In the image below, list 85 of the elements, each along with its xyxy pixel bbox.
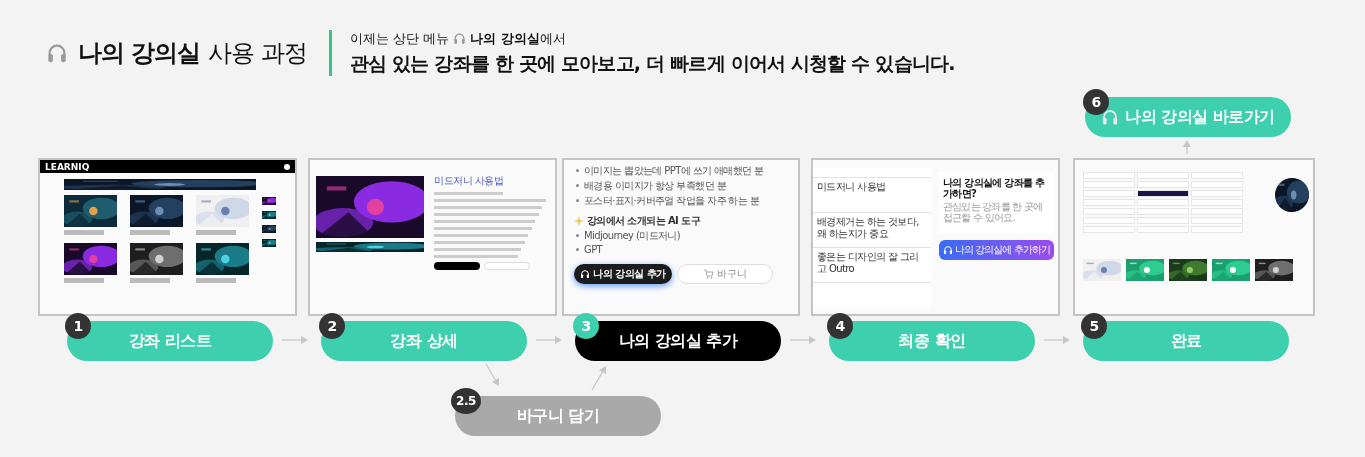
lecture-cell-drawing — [1083, 181, 1135, 188]
arrow — [535, 336, 562, 344]
step-number: 2.5 — [451, 388, 481, 414]
arrow — [281, 336, 308, 344]
lecture-cell-drawing — [1137, 226, 1189, 233]
lecture-item[interactable]: 배경제거는 하는 것보다, 왜 하는지가 중요 — [813, 212, 931, 248]
step-label: 최종 확인 — [898, 330, 966, 352]
lecture-cell-drawing — [1083, 226, 1135, 233]
lecture-cell-drawing — [1083, 217, 1135, 224]
caption-placeholder-drawing — [64, 278, 104, 283]
lecture-cell-drawing — [1083, 208, 1135, 215]
lecture-cell-drawing — [1137, 181, 1189, 188]
caption-placeholder-drawing — [196, 278, 236, 283]
bullet-icon — [576, 247, 579, 251]
arrow — [1043, 336, 1070, 344]
step-number: 3 — [573, 313, 599, 339]
list-item: 이미지는 뽑았는데 PPT에 쓰기 애매했던 분 — [584, 165, 764, 176]
lecture-cell-drawing — [1137, 217, 1189, 224]
step-label: 나의 강의실 바로가기 — [1125, 106, 1275, 128]
step-number: 5 — [1081, 313, 1107, 339]
lecture-cell-drawing — [1137, 172, 1189, 179]
list-item: GPT — [584, 244, 603, 255]
caption-placeholder-drawing — [130, 278, 170, 283]
add-button-drawing — [434, 262, 480, 270]
lecture-cell-drawing — [1191, 217, 1243, 224]
lecture-cell-drawing — [1137, 199, 1189, 206]
step-number: 6 — [1083, 89, 1109, 115]
step-label: 완료 — [1170, 330, 1202, 352]
headphones-icon — [942, 245, 953, 255]
headphones-icon — [46, 42, 68, 64]
cart-button-drawing — [484, 262, 530, 270]
lecture-cell-drawing — [1191, 190, 1243, 197]
lecture-cell-drawing — [1083, 190, 1135, 197]
page-title: 나의 강의실 — [78, 38, 201, 69]
lecture-cell-drawing — [1137, 208, 1189, 215]
arrow — [485, 363, 499, 386]
popup-description: 관심있는 강좌를 한 곳에 접근할 수 있어요. — [943, 202, 1044, 223]
lecture-cell-drawing — [1191, 199, 1243, 206]
step-number: 1 — [65, 313, 91, 339]
list-item: 배경용 이미지가 항상 부족했던 분 — [584, 180, 726, 191]
notice-text: 이제는 상단 메뉴 — [350, 29, 450, 48]
logo: LEARNIQ — [45, 161, 90, 172]
bullet-icon — [576, 168, 579, 172]
popup-title: 나의 강의실에 강좌를 추가하면? — [943, 177, 1046, 199]
headphones-icon — [1101, 108, 1120, 126]
step-label: 나의 강의실 추가 — [618, 330, 738, 352]
page-title-suffix: 사용 과정 — [208, 38, 307, 69]
arrow — [789, 336, 816, 344]
lecture-cell-drawing — [1083, 199, 1135, 206]
lecture-cell-drawing — [1083, 172, 1135, 179]
list-item: 포스터·표지·커버주얼 작업을 자주 하는 분 — [584, 195, 760, 206]
add-to-classroom-button[interactable]: 나의 강의실 추가 — [574, 264, 672, 284]
lecture-cell-drawing — [1191, 181, 1243, 188]
lecture-cell-drawing — [1191, 208, 1243, 215]
add-to-classroom-button[interactable]: 나의 강의실에 추가하기 — [939, 240, 1054, 260]
caption-placeholder-drawing — [64, 230, 104, 235]
caption-placeholder-drawing — [196, 230, 236, 235]
bullet-icon — [576, 198, 579, 202]
cart-icon — [703, 269, 714, 279]
step-label: 강좌 리스트 — [128, 330, 212, 352]
section-heading: 강의에서 소개되는 AI 도구 — [587, 214, 700, 228]
step-label: 바구니 담기 — [516, 405, 600, 427]
headline: 관심 있는 강좌를 한 곳에 모아보고, 더 빠르게 이어서 시청할 수 있습니다. — [350, 50, 955, 76]
list-item: Midjourney (미드저니) — [584, 230, 681, 241]
caption-placeholder-drawing — [130, 230, 170, 235]
bullet-icon — [576, 233, 579, 237]
lecture-cell-drawing — [1191, 226, 1243, 233]
text-placeholder-drawing — [434, 192, 503, 195]
cart-button[interactable]: 바구니 — [677, 264, 773, 284]
bullet-icon — [576, 183, 579, 187]
headphones-icon — [453, 32, 467, 45]
sparkle-icon — [574, 216, 584, 226]
course-title: 미드저니 사용법 — [434, 174, 505, 188]
step-label: 강좌 상세 — [390, 330, 458, 352]
lecture-cell-drawing — [1191, 172, 1243, 179]
notice-text: 나의 강의실에서 — [470, 29, 566, 48]
step-number: 4 — [827, 313, 853, 339]
avatar-icon — [284, 163, 290, 170]
arrow — [1183, 140, 1191, 155]
lecture-item[interactable]: 좋은는 디자인의 잘 그리고 Outro — [813, 247, 931, 283]
headphones-icon — [580, 269, 591, 279]
step-number: 2 — [319, 313, 345, 339]
lecture-cell-drawing — [1137, 190, 1189, 197]
lecture-item[interactable]: 미드저니 사용법 — [813, 177, 931, 213]
arrow — [591, 366, 606, 391]
